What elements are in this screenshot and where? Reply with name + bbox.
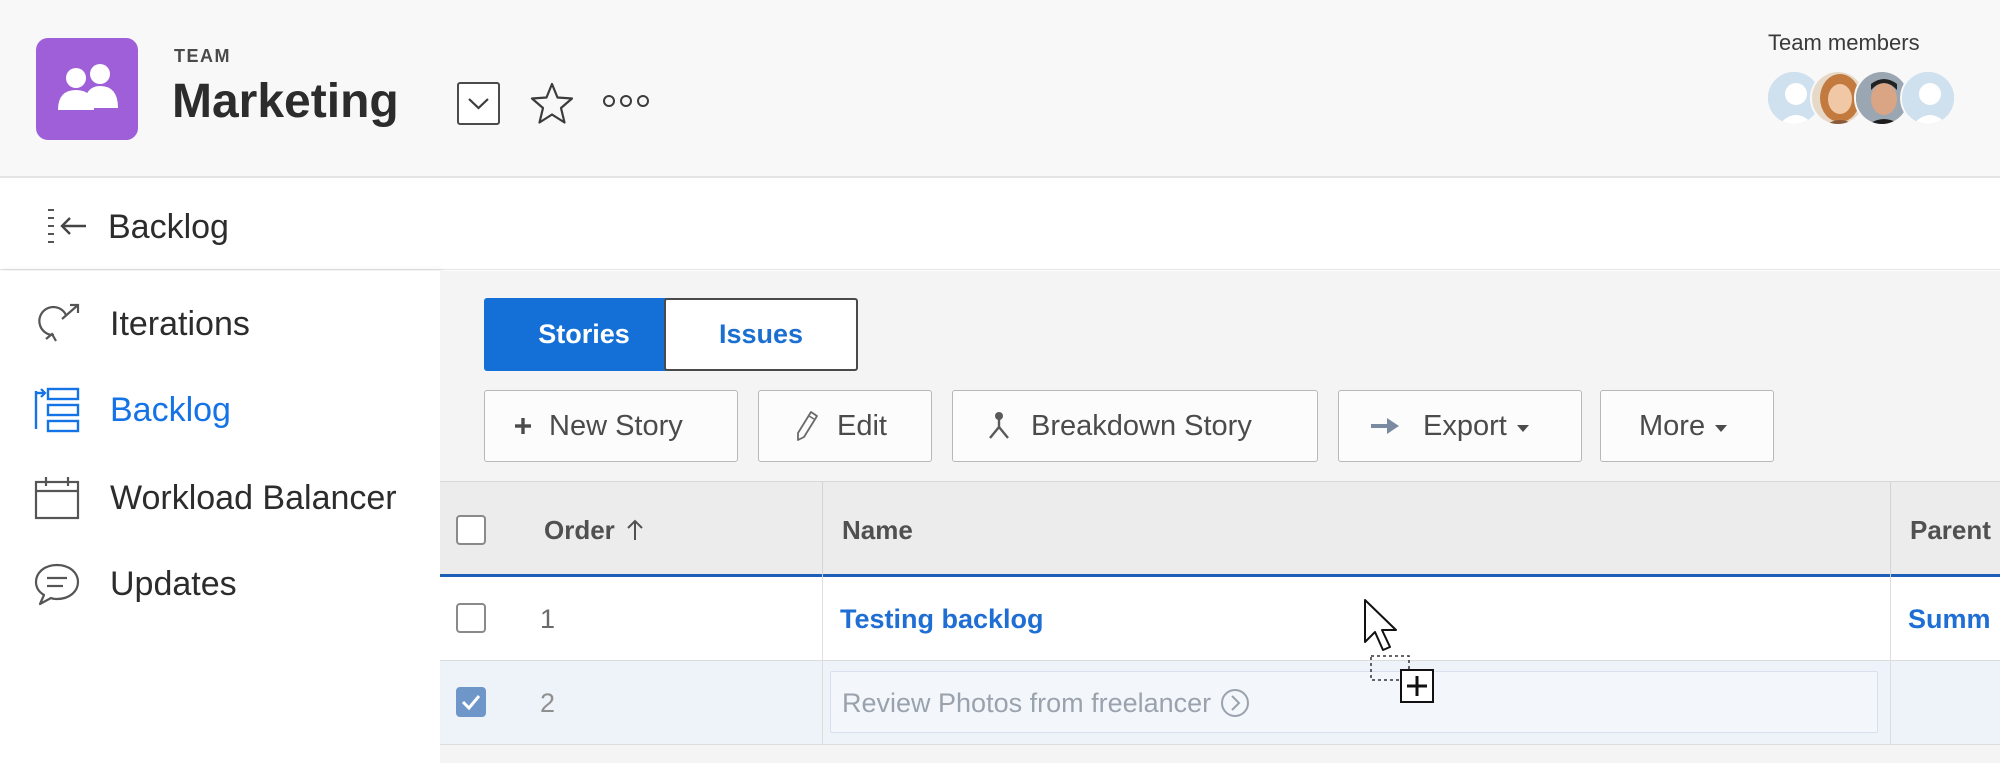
column-divider bbox=[1890, 661, 1891, 745]
chevron-down-icon bbox=[468, 98, 489, 110]
team-name: Marketing bbox=[172, 75, 399, 128]
table-header: Order Name Parent bbox=[440, 481, 2000, 578]
more-label: More bbox=[1639, 409, 1706, 442]
column-divider bbox=[1890, 577, 1891, 661]
sidebar: Iterations Backlog Workload Balancer Upd… bbox=[0, 271, 440, 763]
arrow-up-icon bbox=[627, 519, 643, 540]
breadcrumb: Backlog bbox=[0, 180, 2000, 270]
chat-bubble-icon bbox=[34, 563, 80, 606]
page-header: TEAM Marketing Team members bbox=[0, 0, 2000, 178]
column-divider bbox=[822, 577, 823, 661]
caret-down-icon bbox=[1715, 424, 1728, 432]
edit-label: Edit bbox=[837, 409, 887, 442]
column-header-order[interactable]: Order bbox=[544, 482, 645, 578]
breakdown-story-label: Breakdown Story bbox=[1031, 409, 1252, 442]
sidebar-item-label: Workload Balancer bbox=[110, 479, 397, 517]
team-members-label: Team members bbox=[1768, 30, 1920, 55]
sidebar-item-label: Backlog bbox=[110, 391, 231, 429]
team-members-avatars bbox=[1766, 70, 1962, 126]
star-icon bbox=[530, 82, 574, 124]
collapse-sidebar-icon bbox=[48, 209, 86, 243]
ellipsis-icon bbox=[603, 95, 649, 107]
arrow-right-icon bbox=[1371, 418, 1399, 434]
column-header-label: Order bbox=[544, 514, 615, 545]
person-placeholder-icon bbox=[1902, 72, 1954, 124]
breakdown-icon bbox=[989, 412, 1009, 439]
team-type-label: TEAM bbox=[174, 46, 231, 66]
caret-down-icon bbox=[1516, 424, 1529, 432]
pencil-icon bbox=[797, 411, 818, 441]
row-order: 1 bbox=[540, 603, 556, 634]
breadcrumb-current: Backlog bbox=[108, 208, 229, 246]
iterations-icon bbox=[38, 303, 80, 342]
sidebar-item-updates[interactable]: Updates bbox=[0, 547, 440, 619]
plus-icon bbox=[515, 418, 531, 434]
export-label: Export bbox=[1423, 409, 1507, 442]
tab-stories[interactable]: Stories bbox=[484, 298, 684, 371]
team-logo bbox=[36, 38, 138, 140]
backlog-icon bbox=[34, 387, 80, 433]
column-divider bbox=[822, 482, 823, 578]
new-story-label: New Story bbox=[549, 409, 683, 442]
tab-issues[interactable]: Issues bbox=[664, 298, 858, 371]
select-all-checkbox[interactable] bbox=[456, 515, 486, 545]
table-row[interactable]: 2 Review Photos from freelancer bbox=[440, 661, 2000, 745]
team-dropdown-button[interactable] bbox=[457, 82, 500, 125]
more-button[interactable]: More bbox=[1600, 390, 1774, 462]
chevron-right-circle-icon bbox=[1221, 689, 1250, 717]
story-name-link[interactable]: Review Photos from freelancer bbox=[842, 661, 1251, 745]
row-order: 2 bbox=[540, 687, 556, 718]
edit-button[interactable]: Edit bbox=[758, 390, 932, 462]
table-row[interactable]: 1 Testing backlog Summ bbox=[440, 577, 2000, 661]
row-checkbox[interactable] bbox=[456, 687, 486, 717]
calendar-icon bbox=[34, 477, 80, 520]
sidebar-item-label: Iterations bbox=[110, 305, 250, 343]
sidebar-item-workload-balancer[interactable]: Workload Balancer bbox=[0, 461, 440, 533]
avatar[interactable] bbox=[1900, 70, 1956, 126]
new-story-button[interactable]: New Story bbox=[484, 390, 738, 462]
more-options-button[interactable] bbox=[600, 88, 652, 114]
story-name-link[interactable]: Testing backlog bbox=[840, 577, 1044, 661]
collapse-sidebar-button[interactable] bbox=[44, 202, 90, 248]
row-checkbox[interactable] bbox=[456, 603, 486, 633]
sidebar-item-iterations[interactable]: Iterations bbox=[0, 287, 440, 359]
sidebar-item-backlog[interactable]: Backlog bbox=[0, 373, 440, 445]
story-name-text: Review Photos from freelancer bbox=[842, 687, 1212, 718]
breakdown-story-button[interactable]: Breakdown Story bbox=[952, 390, 1318, 462]
column-divider bbox=[822, 661, 823, 745]
column-divider bbox=[1890, 482, 1891, 578]
backlog-main: Stories Issues New Story Edit Breakdown … bbox=[440, 271, 2000, 763]
team-people-icon bbox=[58, 64, 118, 110]
export-button[interactable]: Export bbox=[1338, 390, 1582, 462]
parent-link[interactable]: Summ bbox=[1908, 577, 1991, 661]
column-header-parent[interactable]: Parent bbox=[1910, 482, 1991, 578]
favorite-star-button[interactable] bbox=[528, 80, 576, 128]
checkmark-icon bbox=[461, 695, 481, 711]
sidebar-item-label: Updates bbox=[110, 565, 237, 603]
column-header-name[interactable]: Name bbox=[842, 482, 913, 578]
